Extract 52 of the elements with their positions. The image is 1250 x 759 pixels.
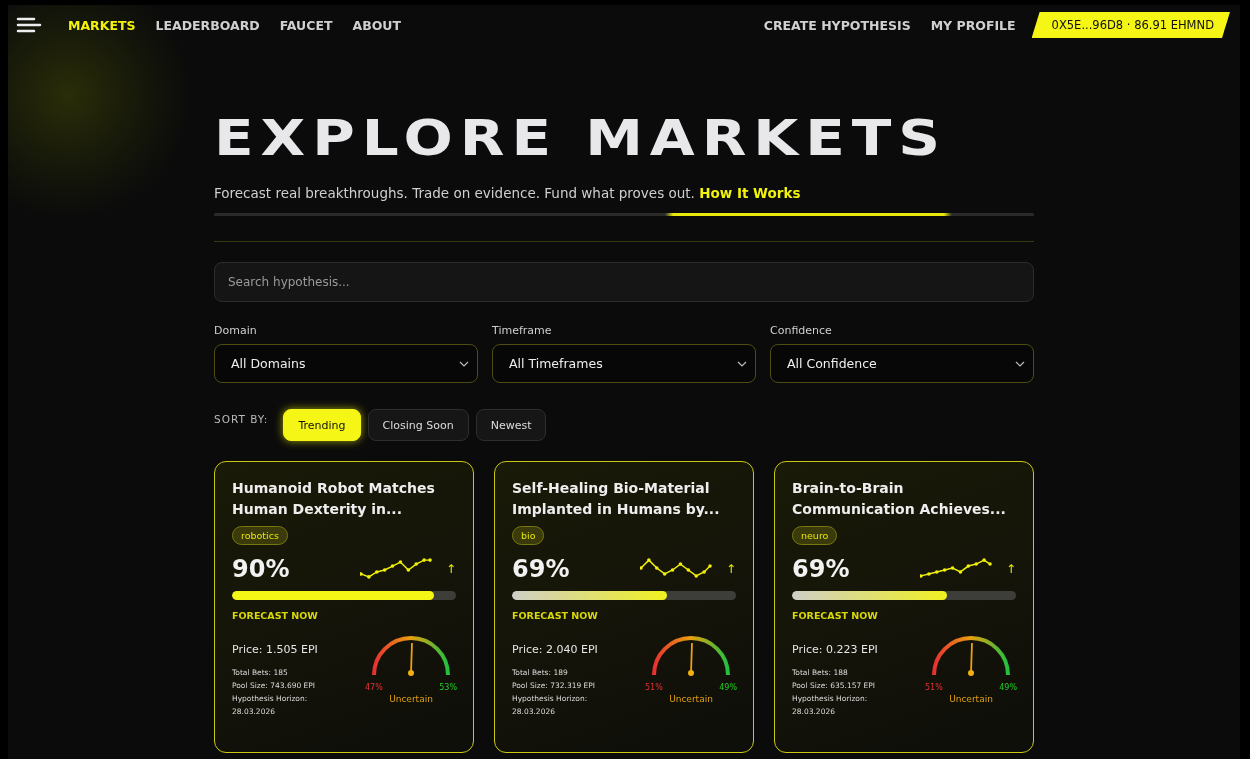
trend-arrow: ↑	[1005, 562, 1016, 576]
chevron-down-icon	[459, 360, 469, 367]
nav-link[interactable]: MY PROFILE	[930, 17, 1016, 33]
nav-link[interactable]: CREATE HYPOTHESIS	[763, 17, 911, 33]
filter-dropdown[interactable]: All Confidence	[770, 344, 1034, 383]
probability-value: 90%	[232, 555, 291, 583]
filter-dropdown[interactable]: All Timeframes	[492, 344, 756, 383]
how-it-works-link[interactable]: How It Works	[699, 185, 801, 201]
gauge-high-value: 49%	[999, 683, 1017, 692]
domain-tag: neuro	[792, 526, 838, 545]
trend-arrow: ↑	[445, 562, 456, 576]
nav-link[interactable]: LEADERBOARD	[155, 17, 260, 33]
filter-dropdown[interactable]: All Domains	[214, 344, 478, 383]
nav-link[interactable]: FAUCET	[279, 17, 333, 33]
sort-label: SORT BY:	[214, 413, 269, 425]
card-title: Brain-to-Brain Communication Achieves...	[792, 479, 1007, 519]
nav-link[interactable]: MARKETS	[68, 17, 136, 33]
filter-label: Confidence	[770, 324, 833, 337]
card-title: Self-Healing Bio-Material Implanted in Humans by...	[512, 479, 721, 519]
sort-button[interactable]: Newest	[475, 409, 547, 441]
menu-icon[interactable]	[16, 15, 42, 35]
page-title: EXPLORE MARKETS	[214, 113, 949, 163]
probability-value: 69%	[512, 555, 571, 583]
forecast-link[interactable]: FORECAST NOW	[792, 610, 1016, 621]
gauge-low-value: 51%	[645, 683, 663, 692]
chevron-down-icon	[1015, 360, 1025, 367]
filter-label: Timeframe	[492, 324, 553, 337]
filter-label: Domain	[214, 324, 258, 337]
price-text: Price: 1.505 EPI	[232, 643, 319, 656]
gauge-low-value: 51%	[925, 683, 943, 692]
search-field[interactable]: Search hypothesis...	[214, 262, 1034, 302]
domain-tag: bio	[512, 526, 545, 545]
gauge-status: Uncertain	[389, 694, 433, 704]
price-text: Price: 2.040 EPI	[512, 643, 599, 656]
sort-button[interactable]: Trending	[283, 409, 361, 441]
gauge-low-value: 47%	[365, 683, 383, 692]
price-text: Price: 0.223 EPI	[792, 643, 879, 656]
gauge-status: Uncertain	[949, 694, 993, 704]
subtitle: Forecast real breakthroughs. Trade on evidence. Fund what proves out. How It Works	[214, 185, 802, 201]
gauge-status: Uncertain	[669, 694, 713, 704]
card-title: Humanoid Robot Matches Human Dexterity in...	[232, 479, 436, 519]
chevron-down-icon	[737, 360, 747, 367]
trend-arrow: ↑	[725, 562, 736, 576]
probability-value: 69%	[792, 555, 851, 583]
domain-tag: robotics	[232, 526, 288, 545]
gauge-high-value: 49%	[719, 683, 737, 692]
forecast-link[interactable]: FORECAST NOW	[232, 610, 456, 621]
sort-button[interactable]: Closing Soon	[367, 409, 469, 441]
gauge-high-value: 53%	[439, 683, 457, 692]
forecast-link[interactable]: FORECAST NOW	[512, 610, 736, 621]
nav-link[interactable]: ABOUT	[352, 17, 402, 33]
wallet-button[interactable]: 0X5E...96D8 · 86.91 EHMND	[1031, 12, 1230, 38]
